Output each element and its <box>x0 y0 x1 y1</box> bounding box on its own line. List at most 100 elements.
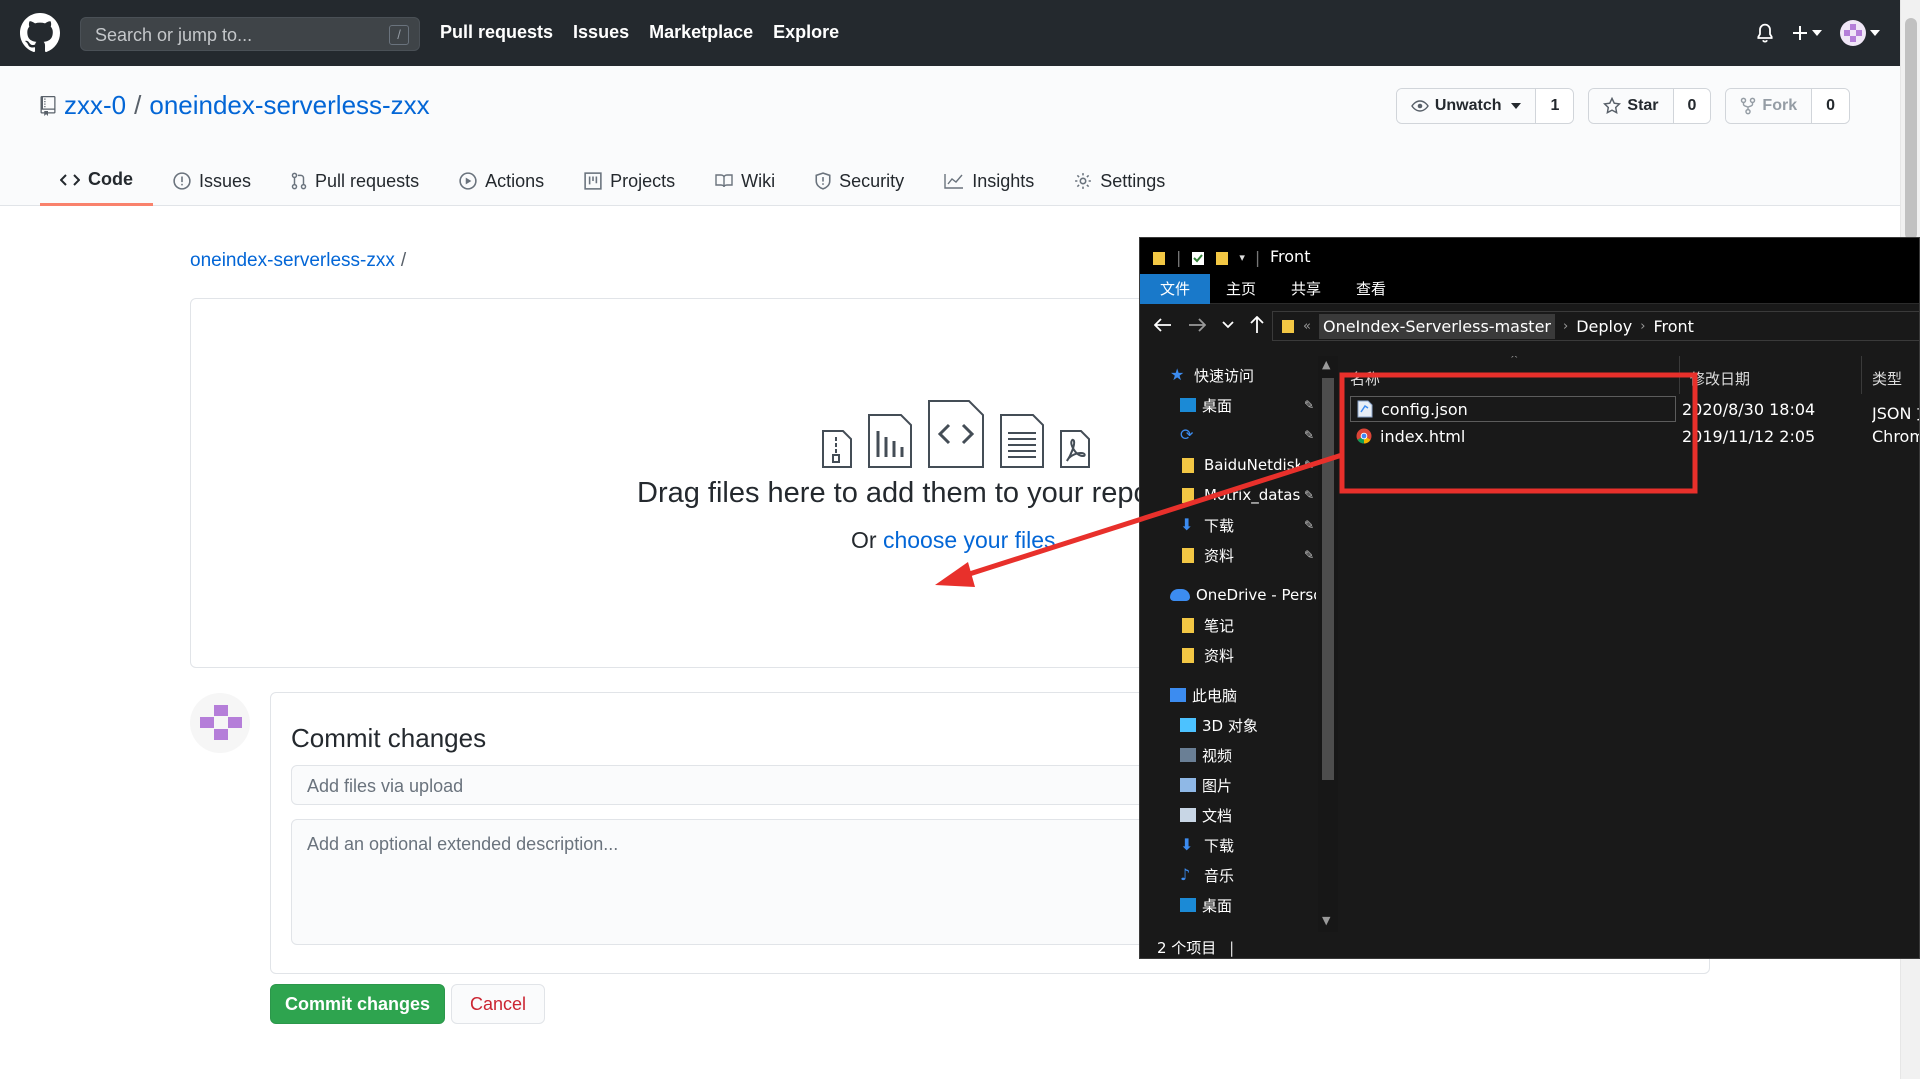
nav-item-label: 下载 <box>1204 516 1235 535</box>
nav-item[interactable]: 桌面 ✎ <box>1140 390 1320 420</box>
json-file-icon <box>1357 400 1373 418</box>
column-header-type[interactable]: 类型 <box>1864 356 1919 394</box>
scrollbar-thumb[interactable] <box>1322 378 1334 780</box>
nav-item[interactable]: 视频 <box>1140 740 1320 770</box>
address-overflow[interactable]: « <box>1303 319 1311 334</box>
nav-item[interactable]: 笔记 <box>1140 610 1320 640</box>
nav-item[interactable]: ⬇ 下载 <box>1140 830 1320 860</box>
repo-owner-link[interactable]: zxx-0 <box>64 90 126 121</box>
column-header-name[interactable]: 名称 ^ <box>1342 356 1680 394</box>
chevron-right-icon[interactable]: › <box>1563 319 1568 334</box>
fork-count[interactable]: 0 <box>1811 89 1849 123</box>
back-arrow-icon[interactable] <box>1154 318 1172 332</box>
nav-item-label: 3D 对象 <box>1202 716 1258 735</box>
watch-button[interactable]: Unwatch <box>1396 89 1536 123</box>
commit-form-title: Commit changes <box>291 723 487 753</box>
nav-item[interactable]: ★ 快速访问 <box>1140 360 1320 390</box>
cancel-button[interactable]: Cancel <box>451 984 545 1024</box>
nav-item[interactable]: BaiduNetdisk ✎ <box>1140 450 1320 480</box>
forward-arrow-icon[interactable] <box>1188 318 1206 332</box>
chrome-icon <box>1356 428 1372 444</box>
tab-settings[interactable]: Settings <box>1054 156 1185 206</box>
tab-security[interactable]: Security <box>795 156 924 206</box>
nav-item[interactable]: 桌面 <box>1140 890 1320 920</box>
nav-item[interactable]: 图片 <box>1140 770 1320 800</box>
address-segment[interactable]: OneIndex-Serverless-master <box>1318 313 1555 339</box>
ribbon-tab-home[interactable]: 主页 <box>1206 274 1276 304</box>
tab-pull-requests[interactable]: Pull requests <box>271 156 439 206</box>
up-arrow-icon[interactable] <box>1250 316 1264 334</box>
address-bar[interactable]: « OneIndex-Serverless-master › Deploy › … <box>1272 311 1919 341</box>
ribbon-tab-share[interactable]: 共享 <box>1271 274 1341 304</box>
tab-actions[interactable]: Actions <box>439 156 564 206</box>
choose-files-link[interactable]: choose your files <box>883 527 1056 553</box>
navigation-pane-scrollbar[interactable]: ▲ ▼ <box>1318 356 1338 932</box>
pin-icon: ✎ <box>1304 548 1315 562</box>
nav-item[interactable]: 文档 <box>1140 800 1320 830</box>
nav-pull-requests[interactable]: Pull requests <box>440 22 553 43</box>
nav-item-label: 视频 <box>1202 746 1233 765</box>
breadcrumb-repo-link[interactable]: oneindex-serverless-zxx <box>190 250 395 271</box>
nav-item-label: 资料 <box>1204 546 1235 565</box>
file-type-illustration <box>821 399 1091 469</box>
eye-icon <box>1410 100 1429 112</box>
github-logo-icon[interactable] <box>20 13 60 53</box>
nav-item[interactable]: ⬇ 下载 ✎ <box>1140 510 1320 540</box>
nav-item[interactable]: 此电脑 <box>1140 680 1320 710</box>
nav-item[interactable]: 3D 对象 <box>1140 710 1320 740</box>
repo-icon <box>40 95 56 116</box>
fork-icon <box>1741 97 1756 115</box>
recent-locations-chevron-icon[interactable] <box>1222 321 1234 329</box>
item-count: 2 个项目 <box>1157 939 1217 957</box>
ribbon-tab-view[interactable]: 查看 <box>1336 274 1406 304</box>
scroll-up-icon[interactable]: ▲ <box>1322 358 1330 371</box>
scrollbar-thumb[interactable] <box>1905 18 1917 240</box>
properties-icon[interactable] <box>1191 250 1205 266</box>
tab-label: Security <box>839 170 905 191</box>
nav-item-label: 文档 <box>1202 806 1233 825</box>
tab-label: Actions <box>485 170 545 191</box>
gear-icon <box>1075 173 1092 189</box>
explorer-title-bar: | ▾ | Front <box>1140 238 1919 274</box>
new-folder-icon[interactable] <box>1215 250 1229 266</box>
tab-code[interactable]: Code <box>40 156 153 206</box>
repo-name-link[interactable]: oneindex-serverless-zxx <box>149 90 429 121</box>
cube-icon <box>1180 718 1196 732</box>
star-button[interactable]: Star <box>1589 89 1673 123</box>
nav-item-label: 下载 <box>1204 836 1235 855</box>
search-shortcut-badge: / <box>389 25 409 45</box>
nav-item[interactable]: 资料 <box>1140 640 1320 670</box>
navigation-buttons <box>1154 316 1264 334</box>
chevron-right-icon[interactable]: › <box>1640 319 1645 334</box>
star-count[interactable]: 0 <box>1672 89 1711 123</box>
nav-item[interactable]: ⟳ ✎ <box>1140 420 1320 450</box>
notification-bell-icon[interactable] <box>1756 23 1774 43</box>
file-row[interactable]: config.json 2020/8/30 18:04 JSON 文件 <box>1342 396 1919 423</box>
nav-item[interactable]: 资料 ✎ <box>1140 540 1320 570</box>
fork-button[interactable]: Fork <box>1726 89 1812 123</box>
tab-insights[interactable]: Insights <box>924 156 1054 206</box>
nav-item-label: BaiduNetdisk <box>1204 456 1300 474</box>
search-input[interactable]: Search or jump to... / <box>80 17 420 51</box>
address-segment[interactable]: Deploy <box>1576 317 1632 336</box>
nav-explore[interactable]: Explore <box>773 22 839 43</box>
customize-toolbar-icon[interactable]: ▾ <box>1239 251 1245 264</box>
nav-item[interactable]: OneDrive - Perso <box>1140 580 1320 610</box>
ribbon-tab-file[interactable]: 文件 <box>1140 274 1211 304</box>
tab-projects[interactable]: Projects <box>564 156 695 206</box>
nav-item[interactable]: ♪ 音乐 <box>1140 860 1320 890</box>
tab-wiki[interactable]: Wiki <box>695 156 795 206</box>
nav-item[interactable]: Motrix_datas ✎ <box>1140 480 1320 510</box>
address-segment[interactable]: Front <box>1653 317 1693 336</box>
watch-count[interactable]: 1 <box>1535 89 1574 123</box>
nav-item-label: OneDrive - Perso <box>1196 586 1316 604</box>
file-row[interactable]: index.html 2019/11/12 2:05 Chrome HTML <box>1342 423 1919 449</box>
nav-issues[interactable]: Issues <box>573 22 629 43</box>
create-new-dropdown[interactable] <box>1792 25 1822 41</box>
scroll-down-icon[interactable]: ▼ <box>1322 914 1330 927</box>
commit-changes-button[interactable]: Commit changes <box>270 984 445 1024</box>
tab-issues[interactable]: Issues <box>153 156 271 206</box>
user-menu-dropdown[interactable] <box>1840 20 1880 46</box>
nav-marketplace[interactable]: Marketplace <box>649 22 753 43</box>
column-header-date[interactable]: 修改日期 <box>1682 356 1862 394</box>
